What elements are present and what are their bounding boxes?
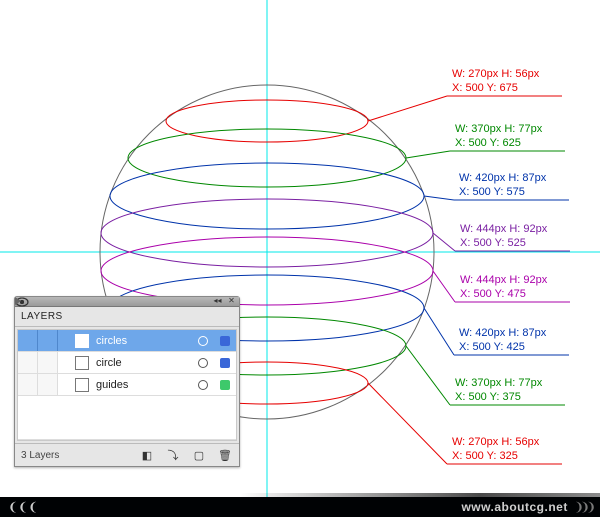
visibility-toggle[interactable]	[18, 352, 38, 373]
layer-row-circles[interactable]: circles	[18, 330, 236, 352]
target-icon[interactable]	[192, 358, 214, 368]
watermark-url: www.aboutcg.net	[461, 500, 567, 514]
annotation-pos: X: 500 Y: 475	[460, 288, 547, 302]
annotation-2: W: 420px H: 87px X: 500 Y: 575	[459, 172, 546, 200]
panel-close-icon[interactable]: ✕	[226, 298, 237, 305]
annotation-3: W: 444px H: 92px X: 500 Y: 525	[460, 223, 547, 251]
thumbnail	[72, 378, 92, 392]
panel-footer: 3 Layers ◧ ⤵ ▢ 🗑	[15, 443, 239, 466]
watermark-bar: ❨❨❨ www.aboutcg.net ❩❩❩	[0, 497, 600, 517]
target-icon[interactable]	[192, 336, 214, 346]
annotation-5: W: 420px H: 87px X: 500 Y: 425	[459, 327, 546, 355]
lock-toggle[interactable]	[38, 330, 58, 351]
layer-name[interactable]: circle	[92, 357, 192, 369]
annotation-dims: W: 370px H: 77px	[455, 377, 542, 389]
layer-name[interactable]: guides	[92, 379, 192, 391]
color-chip	[214, 380, 236, 390]
leader-2	[424, 196, 454, 200]
layer-row-guides[interactable]: guides	[18, 374, 236, 396]
annotation-pos: X: 500 Y: 575	[459, 186, 546, 200]
layer-row-circle[interactable]: circle	[18, 352, 236, 374]
annotation-1: W: 370px H: 77px X: 500 Y: 625	[455, 123, 542, 151]
layers-panel: ◂◂ ✕ LAYERS circles circle guides 3 Layers…	[14, 296, 240, 467]
annotation-dims: W: 270px H: 56px	[452, 68, 539, 80]
annotation-pos: X: 500 Y: 525	[460, 237, 547, 251]
annotation-6: W: 370px H: 77px X: 500 Y: 375	[455, 377, 542, 405]
leader-4	[433, 271, 455, 302]
leader-5	[424, 308, 454, 355]
annotation-dims: W: 270px H: 56px	[452, 436, 539, 448]
delete-layer-button[interactable]: 🗑	[217, 448, 233, 462]
layer-list: circles circle guides	[17, 329, 237, 441]
layer-count-label: 3 Layers	[21, 450, 59, 461]
annotation-4: W: 444px H: 92px X: 500 Y: 475	[460, 274, 547, 302]
color-chip	[214, 336, 236, 346]
annotation-pos: X: 500 Y: 375	[455, 391, 542, 405]
annotation-pos: X: 500 Y: 325	[452, 450, 539, 464]
panel-titlebar[interactable]: ◂◂ ✕	[15, 297, 239, 307]
leader-7	[368, 383, 447, 464]
annotation-dims: W: 420px H: 87px	[459, 172, 546, 184]
make-clipping-mask-button[interactable]: ◧	[139, 448, 155, 462]
annotation-pos: X: 500 Y: 675	[452, 82, 539, 96]
new-layer-button[interactable]: ▢	[191, 448, 207, 462]
leader-6	[406, 346, 450, 405]
annotation-pos: X: 500 Y: 625	[455, 137, 542, 151]
annotation-dims: W: 420px H: 87px	[459, 327, 546, 339]
visibility-toggle[interactable]	[18, 330, 38, 351]
color-chip	[214, 358, 236, 368]
target-icon[interactable]	[192, 380, 214, 390]
panel-collapse-icon[interactable]: ◂◂	[212, 298, 223, 305]
lock-toggle[interactable]	[38, 374, 58, 395]
annotation-0: W: 270px H: 56px X: 500 Y: 675	[452, 68, 539, 96]
leader-0	[368, 96, 447, 121]
annotation-pos: X: 500 Y: 425	[459, 341, 546, 355]
leader-1	[406, 151, 450, 158]
annotation-7: W: 270px H: 56px X: 500 Y: 325	[452, 436, 539, 464]
thumbnail	[72, 334, 92, 348]
leader-3	[433, 233, 455, 251]
visibility-toggle[interactable]	[18, 374, 38, 395]
thumbnail	[72, 356, 92, 370]
panel-title: LAYERS	[15, 307, 239, 327]
lock-toggle[interactable]	[38, 352, 58, 373]
annotation-dims: W: 370px H: 77px	[455, 123, 542, 135]
annotation-dims: W: 444px H: 92px	[460, 274, 547, 286]
annotation-dims: W: 444px H: 92px	[460, 223, 547, 235]
new-sublayer-button[interactable]: ⤵	[165, 448, 181, 462]
layer-name[interactable]: circles	[92, 335, 192, 347]
